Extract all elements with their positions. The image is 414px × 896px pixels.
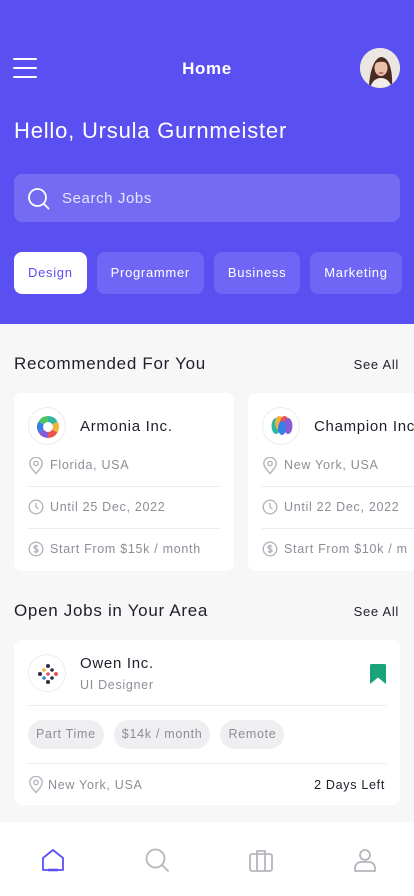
recommended-card[interactable]: Armonia Inc. Florida, USA Until 25 Dec, … — [14, 393, 234, 571]
salary-text: Start From $15k / month — [50, 542, 201, 556]
dollar-icon — [262, 541, 278, 557]
avatar[interactable] — [360, 48, 400, 88]
deadline-text: Until 22 Dec, 2022 — [284, 500, 400, 514]
divider — [28, 705, 386, 706]
divider — [28, 763, 386, 764]
bottom-nav — [0, 822, 414, 896]
job-tags: Part Time $14k / month Remote — [28, 720, 294, 749]
profile-icon[interactable] — [351, 846, 379, 874]
location-text: Florida, USA — [50, 458, 130, 472]
armonia-logo-icon — [28, 407, 66, 445]
company-name: Armonia Inc. — [80, 418, 173, 435]
home-icon[interactable] — [39, 846, 67, 874]
location-row: Florida, USA — [28, 456, 248, 476]
location-pin-icon — [29, 457, 43, 475]
clock-icon — [262, 499, 278, 515]
page-title: Home — [182, 59, 232, 78]
location-pin-icon — [263, 457, 277, 475]
header: Home Hello, Ursula Gurnmeister DesignPro… — [0, 0, 414, 324]
deadline-text: Until 25 Dec, 2022 — [50, 500, 166, 514]
job-tag: Part Time — [28, 720, 104, 749]
salary-row: Start From $15k / month — [28, 540, 248, 560]
recommended-see-all-link[interactable]: See All — [354, 357, 399, 372]
location-text: New York, USA — [48, 778, 143, 792]
greeting: Hello, Ursula Gurnmeister — [14, 118, 288, 143]
search-icon — [28, 188, 50, 210]
divider — [262, 528, 414, 529]
deadline-row: Until 22 Dec, 2022 — [262, 498, 414, 518]
job-role: UI Designer — [80, 678, 154, 692]
category-chips: Design Programmer Business Marketing — [14, 252, 414, 294]
open-jobs-title: Open Jobs in Your Area — [14, 601, 209, 620]
recommended-carousel: Armonia Inc. Florida, USA Until 25 Dec, … — [14, 393, 414, 571]
recommended-card[interactable]: Champion Inc New York, USA Until 22 Dec,… — [248, 393, 414, 571]
chip-marketing[interactable]: Marketing — [310, 252, 402, 294]
chip-business[interactable]: Business — [213, 252, 301, 294]
job-tag: $14k / month — [113, 720, 211, 749]
job-tag: Remote — [220, 720, 285, 749]
champion-logo-icon — [262, 407, 300, 445]
location-text: New York, USA — [284, 458, 379, 472]
divider — [28, 528, 220, 529]
job-card[interactable]: Owen Inc. UI Designer Part Time $14k / mo… — [14, 640, 400, 805]
clock-icon — [28, 499, 44, 515]
salary-text: Start From $10k / m — [284, 542, 408, 556]
search-input[interactable] — [62, 174, 382, 222]
salary-row: Start From $10k / m — [262, 540, 414, 560]
divider — [262, 486, 414, 487]
location-pin-icon — [29, 776, 43, 794]
dollar-icon — [28, 541, 44, 557]
company-name: Owen Inc. — [80, 655, 154, 672]
search-bar[interactable] — [14, 174, 400, 222]
search-icon[interactable] — [143, 846, 171, 874]
chip-programmer[interactable]: Programmer — [96, 252, 204, 294]
location-row: New York, USA — [262, 456, 414, 476]
recommended-title: Recommended For You — [14, 354, 206, 373]
chip-design[interactable]: Design — [14, 252, 87, 294]
divider — [28, 486, 220, 487]
briefcase-icon[interactable] — [247, 846, 275, 874]
deadline-row: Until 25 Dec, 2022 — [28, 498, 248, 518]
company-name: Champion Inc — [314, 418, 414, 435]
open-jobs-see-all-link[interactable]: See All — [354, 604, 399, 619]
days-left: 2 Days Left — [314, 778, 385, 792]
bookmark-icon[interactable] — [370, 664, 386, 684]
owen-logo-icon — [28, 654, 66, 692]
